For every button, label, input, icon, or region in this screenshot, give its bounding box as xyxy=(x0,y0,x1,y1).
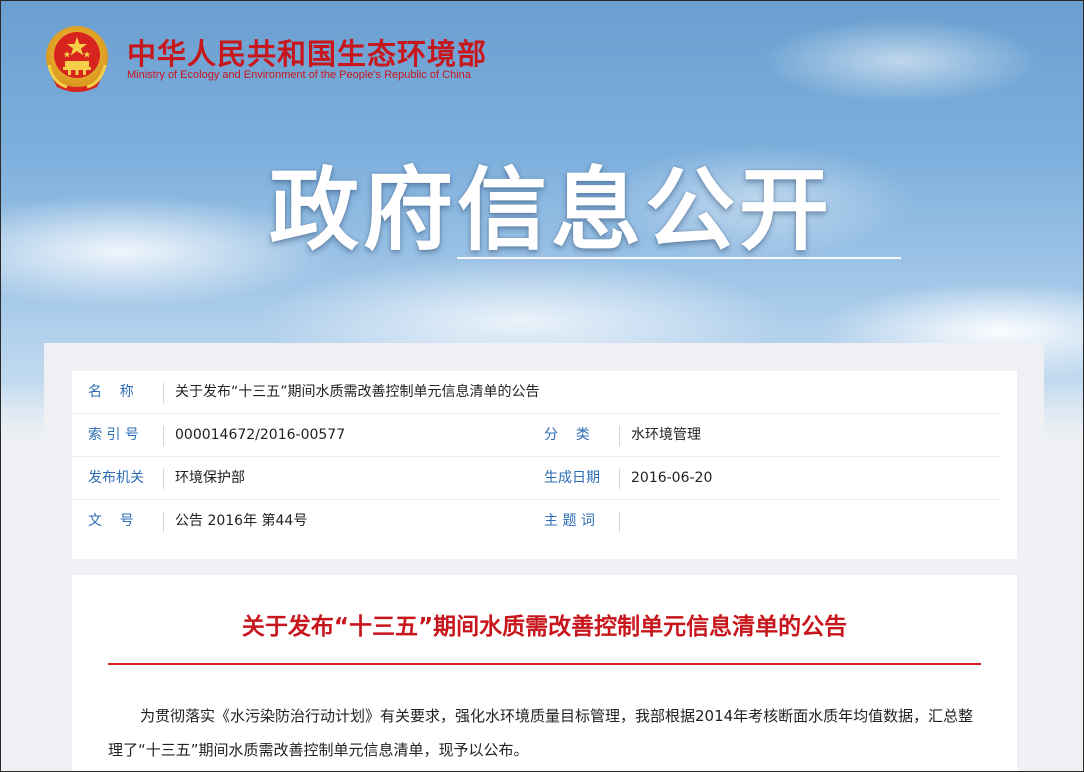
national-emblem-logo[interactable] xyxy=(43,25,111,95)
meta-label-topic: 主 题 词 xyxy=(544,513,595,529)
meta-row-issuer: 发布机关 环境保护部 生成日期 2016-06-20 xyxy=(72,457,1017,500)
meta-value-docno: 公告 2016年 第44号 xyxy=(175,513,308,529)
meta-divider xyxy=(163,383,164,403)
content-panel: 名 称 关于发布“十三五”期间水质需改善控制单元信息清单的公告 索 引 号 00… xyxy=(44,343,1044,771)
meta-divider xyxy=(619,469,620,489)
article-title: 关于发布“十三五”期间水质需改善控制单元信息清单的公告 xyxy=(241,614,848,640)
page-frame: 中华人民共和国生态环境部 Ministry of Ecology and Env… xyxy=(0,0,1084,772)
hero-divider xyxy=(457,257,901,259)
meta-divider xyxy=(619,426,620,446)
article-card: 关于发布“十三五”期间水质需改善控制单元信息清单的公告 为贯彻落实《水污染防治行… xyxy=(72,575,1017,771)
document-metadata-card: 名 称 关于发布“十三五”期间水质需改善控制单元信息清单的公告 索 引 号 00… xyxy=(72,371,1017,559)
article-title-underline xyxy=(108,663,981,665)
ministry-name-en[interactable]: Ministry of Ecology and Environment of t… xyxy=(127,69,471,81)
meta-divider xyxy=(619,512,620,532)
national-emblem-icon xyxy=(46,26,108,92)
meta-label-docno: 文 号 xyxy=(88,513,134,529)
meta-divider xyxy=(163,512,164,532)
meta-label-index: 索 引 号 xyxy=(88,427,139,443)
meta-label-category: 分 类 xyxy=(544,427,590,443)
meta-value-date: 2016-06-20 xyxy=(631,470,713,486)
meta-value-index: 000014672/2016-00577 xyxy=(175,427,346,443)
meta-divider xyxy=(163,426,164,446)
meta-row-name: 名 称 关于发布“十三五”期间水质需改善控制单元信息清单的公告 xyxy=(72,371,1017,414)
meta-row-docno: 文 号 公告 2016年 第44号 主 题 词 xyxy=(72,500,1017,543)
meta-divider xyxy=(163,469,164,489)
article-body: 为贯彻落实《水污染防治行动计划》有关要求，强化水环境质量目标管理，我部根据201… xyxy=(108,707,974,759)
meta-value-name: 关于发布“十三五”期间水质需改善控制单元信息清单的公告 xyxy=(175,384,540,400)
meta-value-category: 水环境管理 xyxy=(631,427,701,443)
meta-label-name: 名 称 xyxy=(88,384,134,400)
meta-row-index: 索 引 号 000014672/2016-00577 分 类 水环境管理 xyxy=(72,414,1017,457)
meta-value-issuer: 环境保护部 xyxy=(175,470,245,486)
meta-label-issuer: 发布机关 xyxy=(88,470,144,486)
ministry-name-cn[interactable]: 中华人民共和国生态环境部 xyxy=(127,31,487,73)
meta-label-date: 生成日期 xyxy=(544,470,600,486)
hero-title: 政府信息公开 xyxy=(269,158,833,263)
